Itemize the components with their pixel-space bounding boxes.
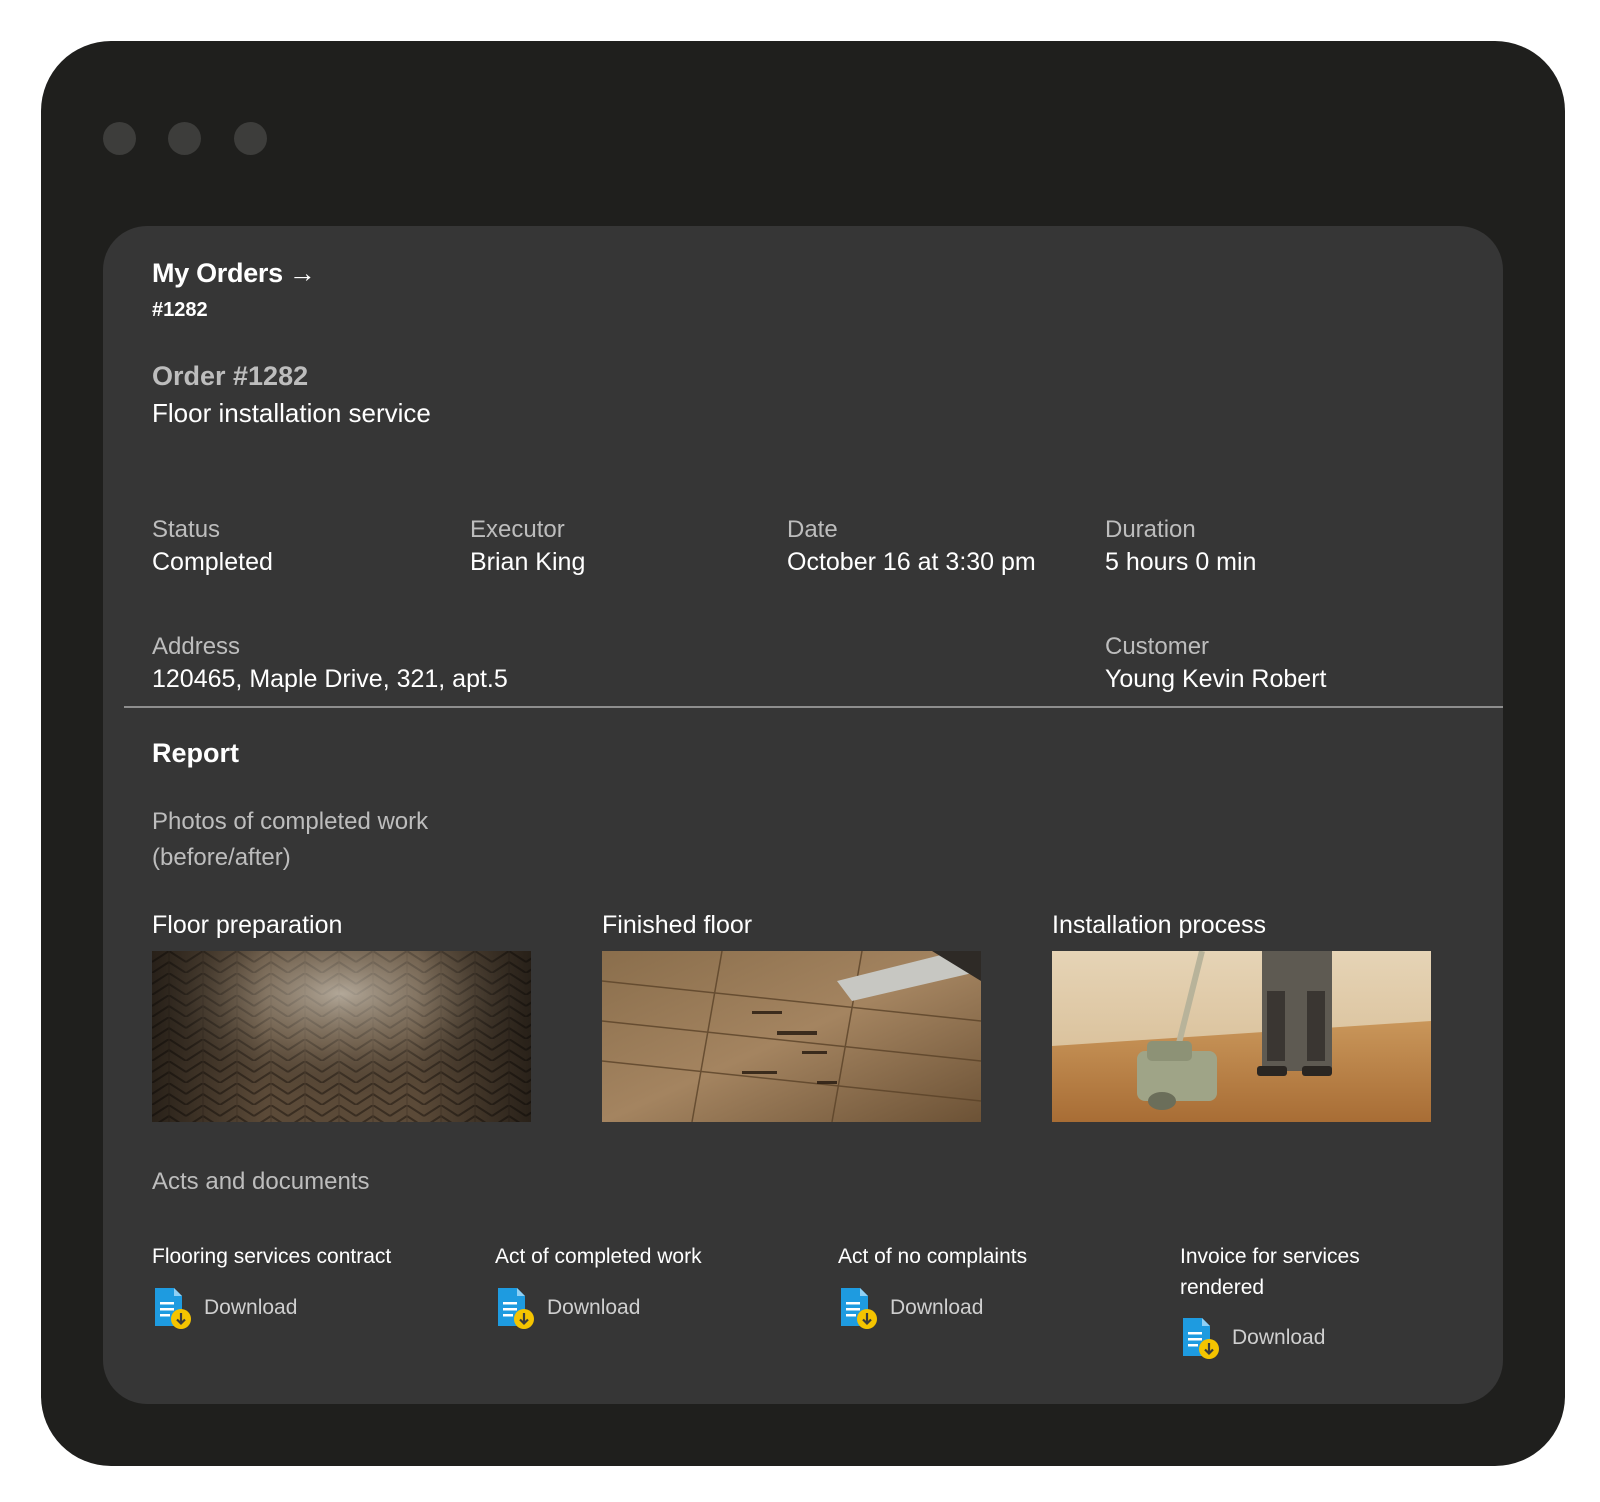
duration-label: Duration	[1105, 516, 1196, 543]
document-download-icon	[1183, 1318, 1219, 1359]
photos-subtitle: Photos of completed work (before/after)	[152, 808, 429, 871]
download-label: Download	[204, 1296, 298, 1319]
photo-installation-process[interactable]	[1052, 951, 1431, 1122]
status-label: Status	[152, 516, 221, 543]
customer-value: Young Kevin Robert	[1105, 665, 1327, 693]
document-download-icon	[841, 1288, 877, 1329]
breadcrumb-link-label: My Orders	[152, 258, 283, 288]
download-invoice-button[interactable]: Download	[1180, 1316, 1325, 1360]
window-control-close[interactable]	[103, 122, 136, 155]
document-name-completed-work: Act of completed work	[495, 1245, 702, 1268]
photo-floor-preparation[interactable]	[152, 951, 531, 1122]
app-window: My Orders → #1282 Order #1282 Floor insta…	[41, 41, 1565, 1466]
order-details-panel: My Orders → #1282 Order #1282 Floor insta…	[103, 226, 1503, 1404]
photo-caption-installation-process: Installation process	[1052, 911, 1267, 939]
section-divider	[124, 706, 1503, 708]
order-number: Order #1282	[152, 361, 309, 391]
photo-finished-floor[interactable]	[602, 951, 981, 1122]
document-name-no-complaints: Act of no complaints	[838, 1245, 1028, 1268]
report-title: Report	[152, 738, 239, 768]
address-label: Address	[152, 633, 241, 660]
download-label: Download	[1232, 1326, 1326, 1349]
breadcrumb-current: #1282	[152, 299, 208, 321]
executor-label: Executor	[470, 516, 565, 543]
document-name-contract: Flooring services contract	[152, 1245, 392, 1268]
download-label: Download	[890, 1296, 984, 1319]
status-value: Completed	[152, 548, 273, 576]
photo-caption-floor-preparation: Floor preparation	[152, 911, 343, 939]
document-download-icon	[498, 1288, 534, 1329]
window-control-maximize[interactable]	[234, 122, 267, 155]
window-control-minimize[interactable]	[168, 122, 201, 155]
download-no-complaints-button[interactable]: Download	[838, 1286, 983, 1330]
download-completed-work-button[interactable]: Download	[495, 1286, 640, 1330]
executor-value: Brian King	[470, 548, 586, 576]
photo-caption-finished-floor: Finished floor	[602, 911, 753, 939]
date-label: Date	[787, 516, 838, 543]
document-download-icon	[155, 1288, 191, 1329]
customer-label: Customer	[1105, 633, 1210, 660]
duration-value: 5 hours 0 min	[1105, 548, 1257, 576]
acts-documents-title: Acts and documents	[152, 1168, 370, 1195]
download-label: Download	[547, 1296, 641, 1319]
order-service-title: Floor installation service	[152, 398, 431, 428]
arrow-right-icon: →	[288, 258, 316, 288]
document-name-invoice: Invoice for services rendered	[1180, 1245, 1360, 1299]
address-value: 120465, Maple Drive, 321, apt.5	[152, 665, 508, 693]
date-value: October 16 at 3:30 pm	[787, 548, 1036, 576]
breadcrumb-my-orders-link[interactable]: My Orders →	[152, 258, 316, 289]
download-contract-button[interactable]: Download	[152, 1286, 297, 1330]
